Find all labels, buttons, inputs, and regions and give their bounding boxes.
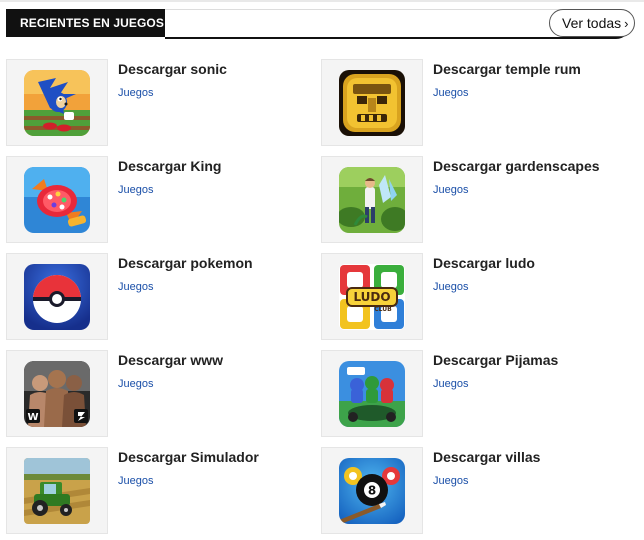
sonic-app-icon [24,70,90,136]
top-divider [0,0,644,6]
list-item[interactable]: Descargar gardenscapes Juegos [321,156,631,243]
pokeball-app-icon [24,264,90,330]
item-category[interactable]: Juegos [118,475,153,487]
thumbnail[interactable] [321,156,423,243]
thumbnail[interactable] [6,59,108,146]
list-item[interactable]: W Descargar www Juegos [6,350,316,437]
section-header: RECIENTES EN JUEGOS Ver todas › [6,9,635,39]
item-title[interactable]: Descargar pokemon [118,255,253,271]
farming-simulator-app-icon [24,458,90,524]
item-title[interactable]: Descargar ludo [433,255,535,271]
see-all-button[interactable]: Ver todas › [549,9,635,37]
item-title[interactable]: Descargar Pijamas [433,352,558,368]
item-title[interactable]: Descargar gardenscapes [433,158,600,174]
list-item[interactable]: Descargar King Juegos [6,156,316,243]
item-title[interactable]: Descargar villas [433,449,540,465]
item-title[interactable]: Descargar sonic [118,61,227,77]
thumbnail[interactable] [321,59,423,146]
ludo-club-app-icon: LUDO CLUB [339,264,405,330]
thumbnail[interactable]: 8 [321,447,423,534]
temple-run-app-icon [339,70,405,136]
thumbnail[interactable] [6,253,108,340]
thumbnail[interactable] [6,156,108,243]
section-title: RECIENTES EN JUEGOS [6,9,165,37]
item-title[interactable]: Descargar temple rum [433,61,581,77]
item-category[interactable]: Juegos [118,281,153,293]
thumbnail[interactable] [321,350,423,437]
item-category[interactable]: Juegos [433,475,468,487]
gardenscapes-app-icon [339,167,405,233]
ludo-logo-text: LUDO [353,290,390,304]
eight-ball-pool-app-icon: 8 [339,458,405,524]
list-item[interactable]: LUDO CLUB Descargar ludo Juegos [321,253,631,340]
item-category[interactable]: Juegos [118,184,153,196]
pj-masks-app-icon [339,361,405,427]
item-category[interactable]: Juegos [433,378,468,390]
list-item[interactable]: Descargar Simulador Juegos [6,447,316,534]
item-category[interactable]: Juegos [433,87,468,99]
item-title[interactable]: Descargar www [118,352,223,368]
list-item[interactable]: Descargar temple rum Juegos [321,59,631,146]
list-item[interactable]: Descargar Pijamas Juegos [321,350,631,437]
item-title[interactable]: Descargar King [118,158,221,174]
thumbnail[interactable] [6,447,108,534]
eight-ball-label: 8 [368,484,376,498]
chevron-right-icon: › [624,16,629,31]
thumbnail[interactable]: W [6,350,108,437]
item-category[interactable]: Juegos [118,378,153,390]
candy-crush-app-icon [24,167,90,233]
list-item[interactable]: Descargar sonic Juegos [6,59,316,146]
ludo-logo-subtext: CLUB [374,306,392,313]
thumbnail[interactable]: LUDO CLUB [321,253,423,340]
item-category[interactable]: Juegos [433,281,468,293]
item-category[interactable]: Juegos [118,87,153,99]
item-category[interactable]: Juegos [433,184,468,196]
wrestling-app-icon: W [24,361,90,427]
list-item[interactable]: 8 Descargar villas Juegos [321,447,631,534]
item-title[interactable]: Descargar Simulador [118,449,259,465]
svg-text:W: W [27,412,38,423]
see-all-label: Ver todas [562,15,622,31]
list-item[interactable]: Descargar pokemon Juegos [6,253,316,340]
